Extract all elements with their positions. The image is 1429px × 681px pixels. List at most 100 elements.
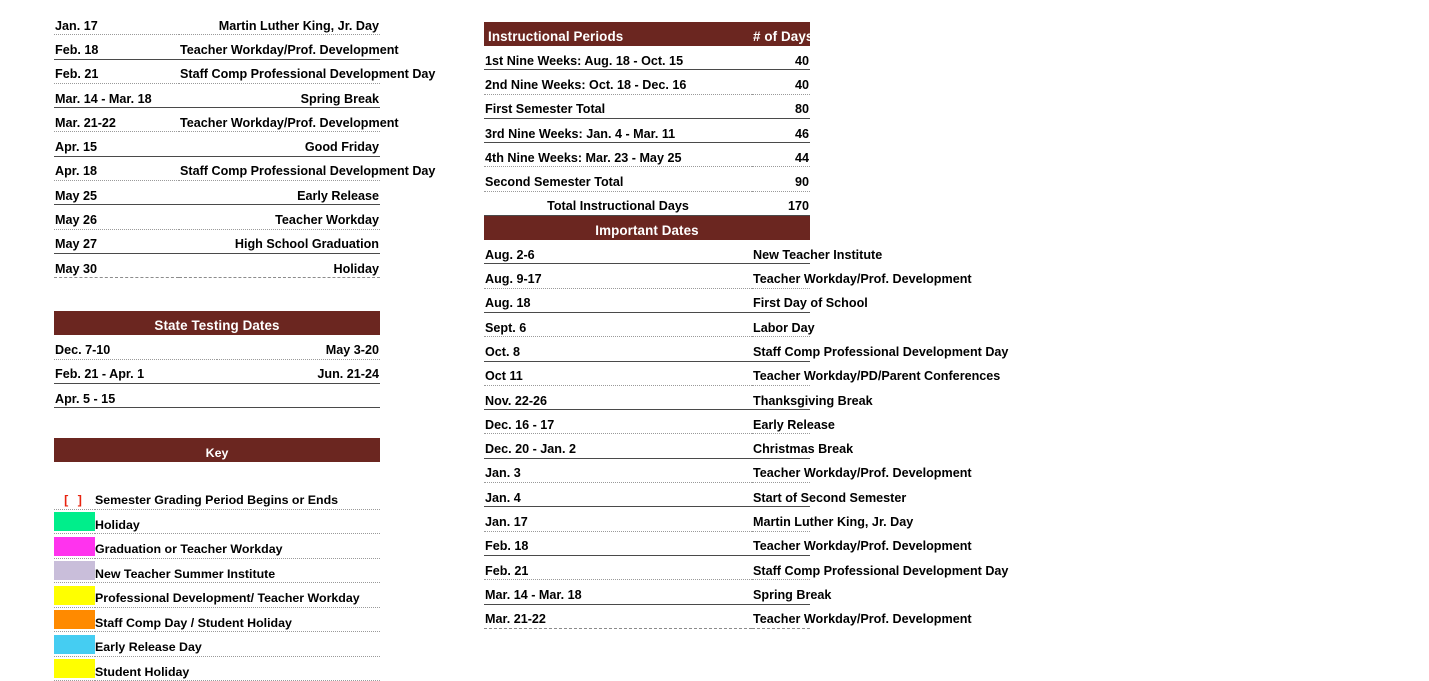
testing-date-right: May 3-20 bbox=[217, 335, 380, 360]
event-description: Teacher Workday bbox=[179, 204, 380, 230]
table-row: May 25 Early Release bbox=[54, 180, 380, 206]
important-date: Jan. 3 bbox=[484, 458, 752, 484]
list-item: New Teacher Summer Institute bbox=[54, 558, 381, 584]
swatch-fill bbox=[54, 512, 95, 532]
table-row: Mar. 21-22 Teacher Workday/Prof. Developm… bbox=[484, 604, 972, 629]
event-date: May 30 bbox=[54, 253, 179, 279]
table-row: First Semester Total 80 bbox=[484, 94, 810, 119]
key-spacer-cell bbox=[54, 462, 380, 486]
key-label: New Teacher Summer Institute bbox=[95, 558, 381, 584]
total-instructional-days-label: Total Instructional Days bbox=[484, 191, 752, 217]
calendar-events-body: Jan. 17 Martin Luther King, Jr. Day Feb. 1… bbox=[54, 11, 435, 279]
table-row: Apr. 5 - 15 bbox=[54, 383, 380, 409]
swatch-fill bbox=[54, 634, 95, 654]
key-color-swatch bbox=[54, 607, 95, 633]
table-row: Sept. 6 Labor Day bbox=[484, 312, 815, 338]
table-row: Feb. 21 - Apr. 1 Jun. 21-24 bbox=[54, 359, 380, 384]
semester-bracket-marker: [ ] bbox=[54, 485, 95, 510]
important-date: Oct 11 bbox=[484, 361, 752, 386]
key-color-swatch bbox=[54, 631, 95, 657]
important-date-description: Christmas Break bbox=[752, 433, 853, 459]
list-item: Graduation or Teacher Workday bbox=[54, 533, 381, 559]
state-testing-body: Dec. 7-10 May 3-20 Feb. 21 - Apr. 1 Jun. 21… bbox=[54, 335, 380, 409]
key-label: Holiday bbox=[95, 509, 381, 535]
event-description: Spring Break bbox=[179, 83, 380, 109]
testing-date-right bbox=[217, 383, 380, 409]
table-row: May 26 Teacher Workday bbox=[54, 204, 380, 230]
event-date: Jan. 17 bbox=[54, 11, 179, 36]
table-row: Jan. 4 Start of Second Semester bbox=[484, 482, 906, 508]
event-date: May 27 bbox=[54, 229, 179, 254]
event-description: Staff Comp Professional Development Day bbox=[179, 59, 435, 84]
key-label: Student Holiday bbox=[95, 656, 381, 681]
period-label: Second Semester Total bbox=[484, 166, 752, 192]
key-color-swatch bbox=[54, 582, 95, 608]
important-date-description: New Teacher Institute bbox=[752, 240, 882, 265]
table-row: Feb. 21 Staff Comp Professional Developme… bbox=[54, 59, 435, 84]
key-table: Key [ ] Semester Grading Period Begins or… bbox=[54, 438, 381, 681]
testing-date-left: Apr. 5 - 15 bbox=[54, 383, 217, 409]
left-column: Jan. 17 Martin Luther King, Jr. Day Feb. 1… bbox=[54, 11, 435, 681]
event-date: Apr. 15 bbox=[54, 131, 179, 157]
important-date: Mar. 21-22 bbox=[484, 604, 752, 629]
key-spacer-row bbox=[54, 462, 380, 486]
important-date: Dec. 20 - Jan. 2 bbox=[484, 433, 752, 459]
table-row: Jan. 17 Martin Luther King, Jr. Day bbox=[484, 506, 913, 532]
important-date-description: Teacher Workday/Prof. Development bbox=[752, 458, 972, 484]
important-date: Oct. 8 bbox=[484, 336, 752, 362]
table-row: Jan. 17 Martin Luther King, Jr. Day bbox=[54, 11, 380, 36]
swatch-fill bbox=[54, 610, 95, 630]
table-row: May 30 Holiday bbox=[54, 253, 380, 279]
swatch-fill bbox=[54, 659, 95, 679]
table-row: Second Semester Total 90 bbox=[484, 166, 810, 192]
list-item: Staff Comp Day / Student Holiday bbox=[54, 607, 381, 633]
table-row: May 27 High School Graduation bbox=[54, 229, 380, 254]
list-item: Holiday bbox=[54, 509, 381, 535]
important-dates-body: Aug. 2-6 New Teacher Institute Aug. 9-17 Te… bbox=[484, 240, 1008, 629]
table-row: Oct 11 Teacher Workday/PD/Parent Conferen… bbox=[484, 361, 1000, 386]
table-row: Dec. 20 - Jan. 2 Christmas Break bbox=[484, 433, 853, 459]
table-row: Nov. 22-26 Thanksgiving Break bbox=[484, 385, 873, 411]
event-description: Staff Comp Professional Development Day bbox=[179, 156, 435, 182]
important-date-description: First Day of School bbox=[752, 288, 868, 313]
event-date: Feb. 18 bbox=[54, 34, 179, 60]
event-date: May 25 bbox=[54, 180, 179, 206]
table-row: 4th Nine Weeks: Mar. 23 - May 25 44 bbox=[484, 142, 810, 168]
event-description: Martin Luther King, Jr. Day bbox=[179, 11, 380, 36]
important-date-description: Spring Break bbox=[752, 579, 831, 605]
period-days: 90 bbox=[752, 166, 810, 192]
important-date-description: Martin Luther King, Jr. Day bbox=[752, 506, 913, 532]
table-row: 2nd Nine Weeks: Oct. 18 - Dec. 16 40 bbox=[484, 69, 810, 95]
key-label: Staff Comp Day / Student Holiday bbox=[95, 607, 381, 633]
list-item: Student Holiday bbox=[54, 656, 381, 681]
calendar-events-table: Jan. 17 Martin Luther King, Jr. Day Feb. 1… bbox=[54, 11, 435, 279]
important-date-description: Teacher Workday/Prof. Development bbox=[752, 531, 972, 556]
event-date: May 26 bbox=[54, 204, 179, 230]
table-row: Dec. 16 - 17 Early Release bbox=[484, 409, 835, 435]
key-header-row: Key bbox=[54, 438, 381, 462]
days-column-header: # of Days bbox=[752, 22, 813, 46]
table-row: Mar. 21-22 Teacher Workday/Prof. Developm… bbox=[54, 107, 399, 133]
event-date: Apr. 18 bbox=[54, 156, 179, 182]
event-date: Feb. 21 bbox=[54, 59, 179, 84]
period-label: 3rd Nine Weeks: Jan. 4 - Mar. 11 bbox=[484, 118, 752, 144]
period-label: First Semester Total bbox=[484, 94, 752, 119]
key-color-swatch bbox=[54, 509, 95, 535]
important-date: Jan. 4 bbox=[484, 482, 752, 508]
state-testing-table: State Testing Dates Dec. 7-10 May 3-20 Feb… bbox=[54, 311, 380, 409]
table-row: Jan. 3 Teacher Workday/Prof. Development bbox=[484, 458, 972, 484]
key-color-swatch bbox=[54, 656, 95, 681]
important-date: Aug. 9-17 bbox=[484, 263, 752, 289]
important-date: Feb. 18 bbox=[484, 531, 752, 556]
key-color-swatch bbox=[54, 558, 95, 584]
list-item: [ ] Semester Grading Period Begins or End… bbox=[54, 485, 381, 510]
important-date: Aug. 18 bbox=[484, 288, 752, 313]
important-date: Feb. 21 bbox=[484, 555, 752, 581]
important-date: Sept. 6 bbox=[484, 312, 752, 338]
list-item: Professional Development/ Teacher Workda… bbox=[54, 582, 381, 608]
important-date-description: Teacher Workday/Prof. Development bbox=[752, 263, 972, 289]
table-row: Apr. 18 Staff Comp Professional Developme… bbox=[54, 156, 435, 182]
table-row: Aug. 2-6 New Teacher Institute bbox=[484, 240, 882, 265]
event-description: Teacher Workday/Prof. Development bbox=[179, 34, 399, 60]
table-row: Feb. 21 Staff Comp Professional Developme… bbox=[484, 555, 1008, 581]
